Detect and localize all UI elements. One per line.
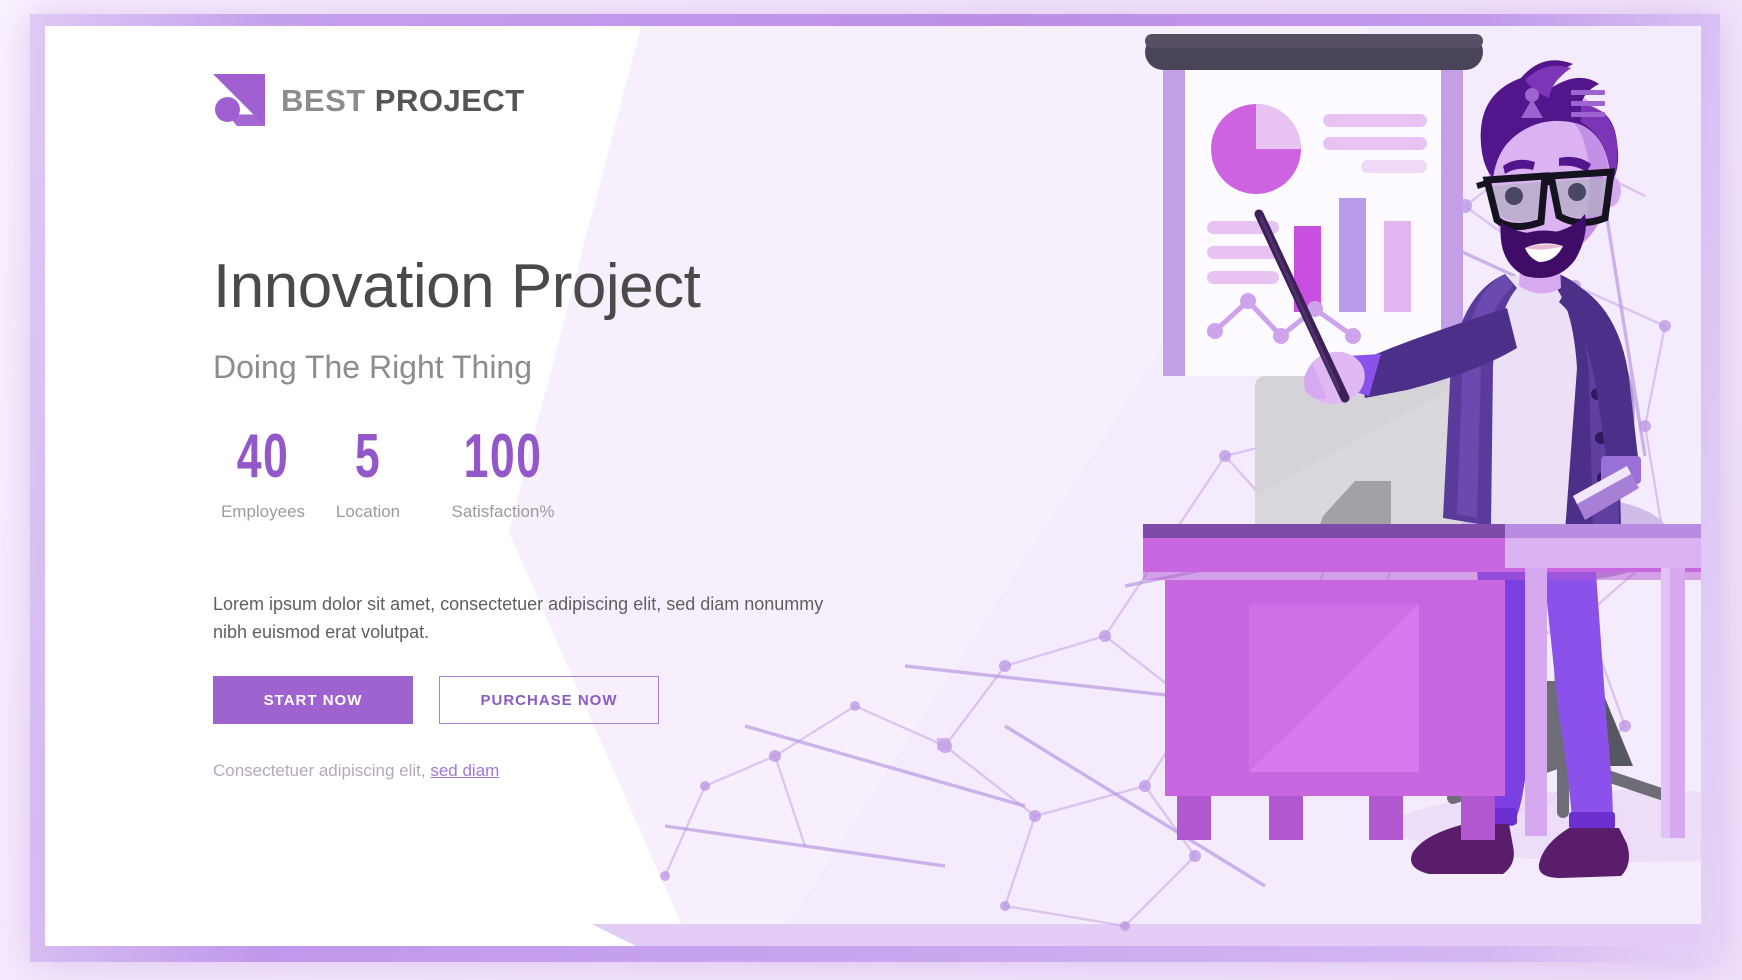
page-subtitle: Doing The Right Thing [213,349,533,385]
page-title: Innovation Project [213,252,701,321]
stat-value: 100 [463,422,543,491]
brand-name-part2: PROJECT [374,82,525,118]
stat-value: 40 [236,422,290,491]
brand-logo[interactable]: BEST PROJECT [213,74,525,126]
user-icon[interactable] [1521,88,1543,118]
stat-value: 5 [354,422,382,491]
hero-content-left: BEST PROJECT Innovation Project Doing Th… [167,26,927,946]
body-paragraph: Lorem ipsum dolor sit amet, consectetuer… [213,594,824,642]
brand-name-part1: BEST [281,82,375,118]
logo-mark-icon [213,74,265,126]
stat-satisfaction: 100 Satisfaction% [423,426,583,522]
hamburger-menu-icon[interactable] [1571,89,1605,117]
hero-card: BEST PROJECT Innovation Project Doing Th… [45,26,1701,946]
whiteboard-pie-chart [1211,104,1301,194]
start-now-button[interactable]: START NOW [213,676,413,724]
stats-row: 40 Employees 5 Location 100 Satisfaction… [213,426,583,522]
header-icon-group [1521,88,1605,118]
footnote: Consectetuer adipiscing elit, sed diam [213,761,499,781]
purchase-now-button[interactable]: PURCHASE NOW [439,676,659,724]
brand-name: BEST PROJECT [281,85,525,116]
footnote-link[interactable]: sed diam [430,761,499,780]
stat-label: Employees [220,502,306,521]
cta-button-row: START NOW PURCHASE NOW [213,676,659,724]
stat-label: Location [335,502,401,521]
stat-employees: 40 Employees [213,426,313,522]
stat-location: 5 Location [313,426,423,522]
stat-label: Satisfaction% [451,502,555,521]
page-frame: BEST PROJECT Innovation Project Doing Th… [0,0,1742,980]
eyeglasses [1476,168,1616,230]
footnote-text: Consectetuer adipiscing elit, [213,761,431,780]
